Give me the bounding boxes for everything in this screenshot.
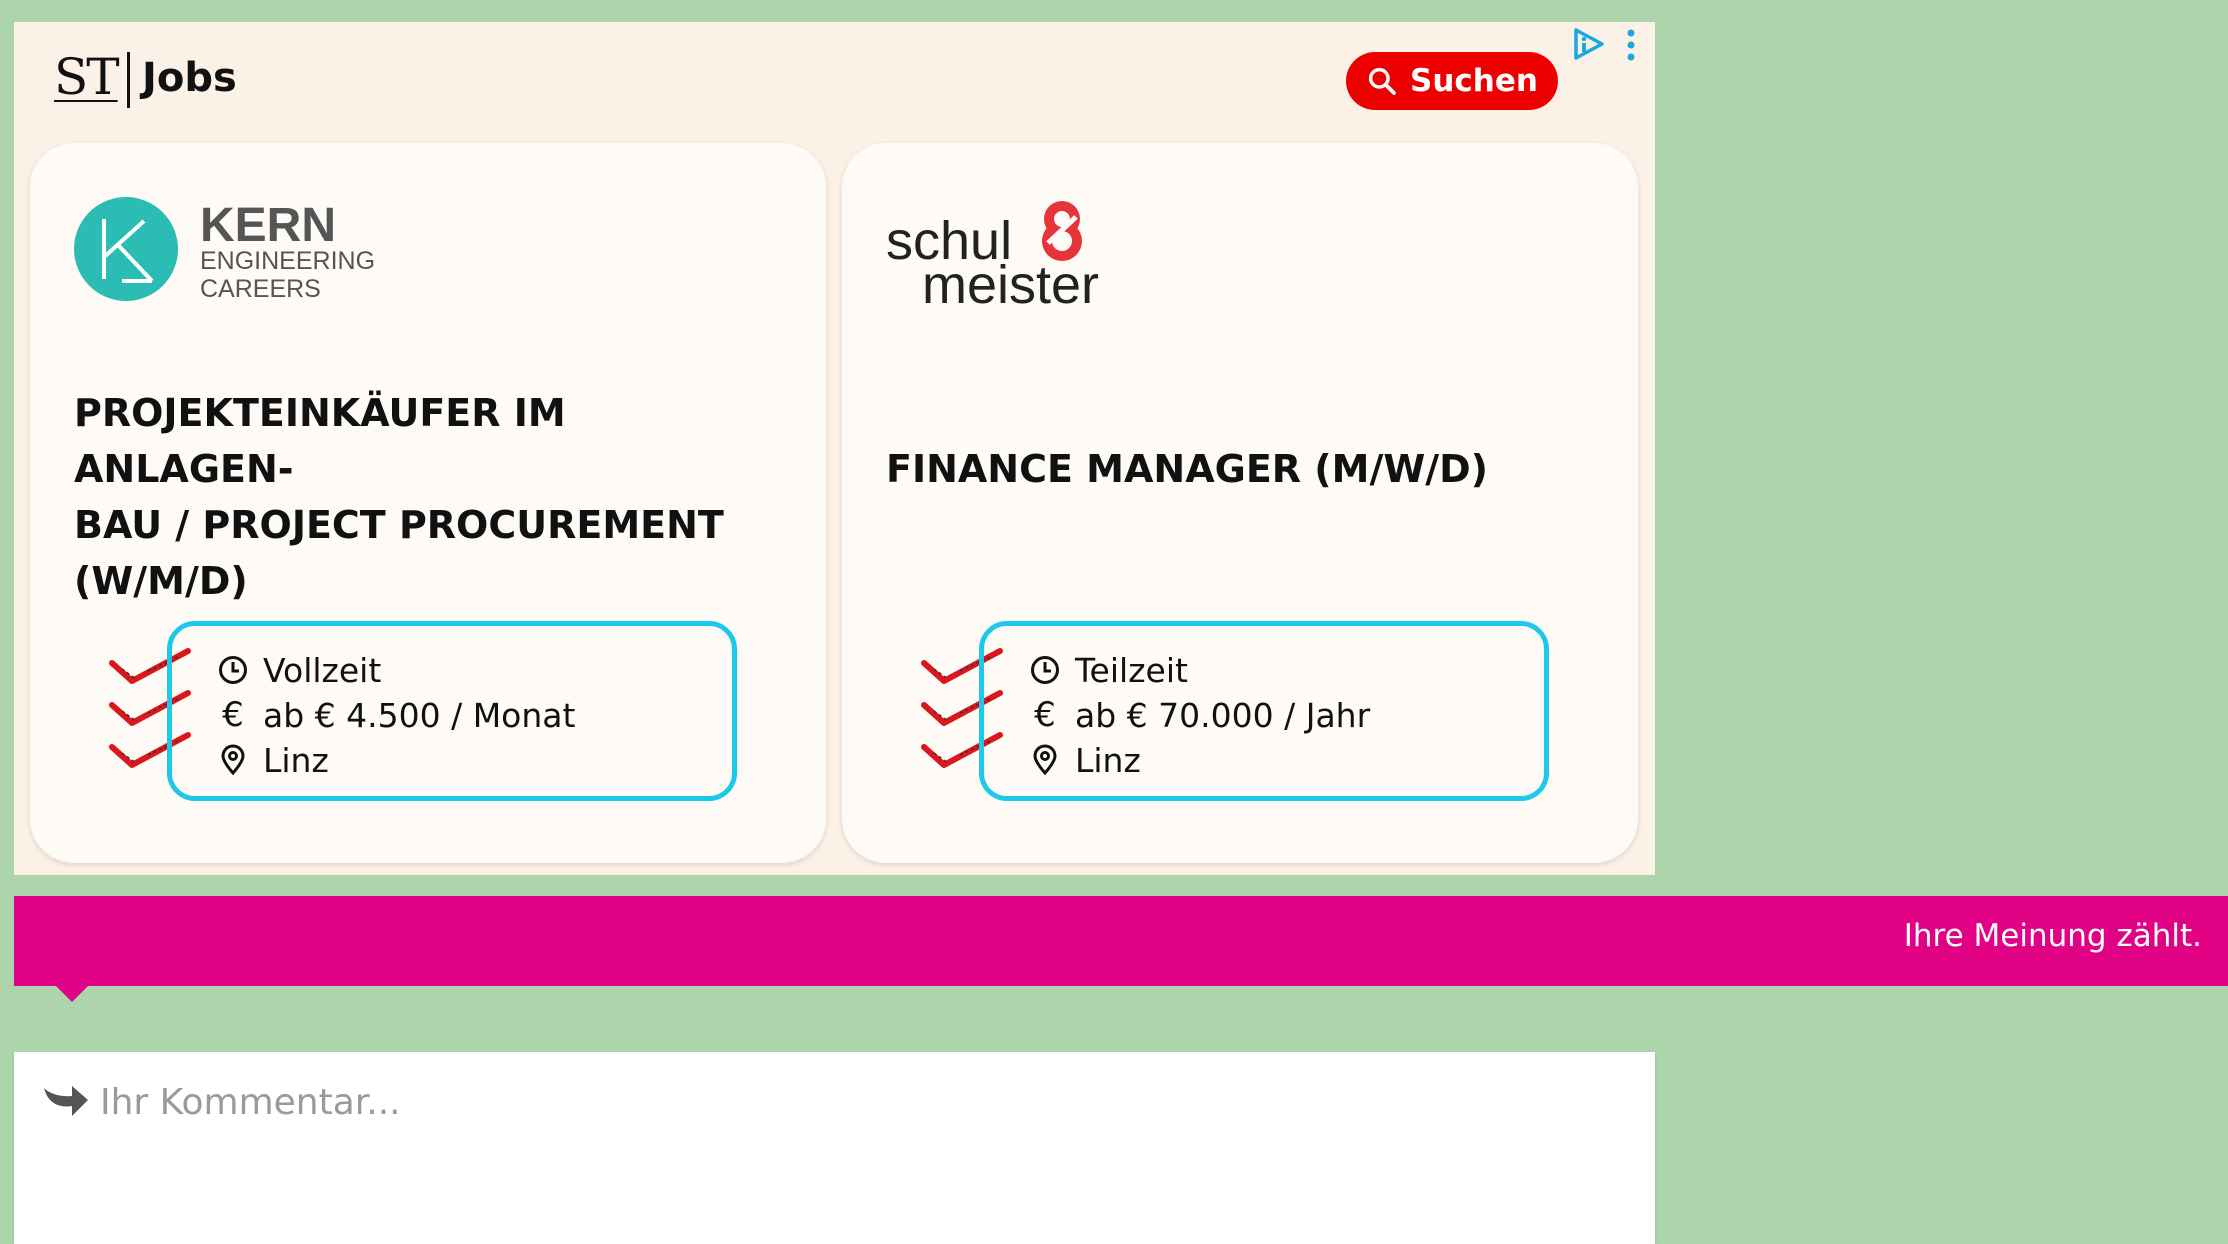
reply-arrow-icon	[44, 1086, 88, 1116]
comment-box[interactable]	[14, 1052, 1655, 1244]
job-card[interactable]: schul meister FINANCE MANAGER (M/W/D) Te…	[842, 143, 1638, 863]
comment-input[interactable]	[98, 1076, 1602, 1128]
logo-divider	[127, 52, 130, 108]
euro-icon: €	[222, 695, 244, 735]
employment-row: Vollzeit	[217, 648, 381, 692]
kern-engineering-careers-logo: KERN ENGINEERING CAREERS	[74, 197, 374, 303]
svg-text:meister: meister	[922, 255, 1099, 307]
search-button[interactable]: Suchen	[1346, 52, 1558, 110]
search-button-label: Suchen	[1410, 63, 1538, 99]
ad-header: ST Jobs Suchen	[14, 22, 1655, 142]
euro-icon: €	[1034, 695, 1056, 735]
clock-icon	[219, 656, 247, 684]
location-row: Linz	[217, 738, 329, 782]
opinion-text: Ihre Meinung zählt.	[1903, 918, 2202, 954]
schulmeister-logo: schul meister	[886, 201, 1099, 307]
adchoices-icon[interactable]	[1570, 26, 1606, 62]
clock-icon	[1031, 656, 1059, 684]
location-row: Linz	[1029, 738, 1141, 782]
svg-text:CAREERS: CAREERS	[200, 275, 321, 303]
svg-text:KERN: KERN	[200, 199, 336, 252]
banner-pointer	[56, 986, 88, 1002]
search-icon	[1368, 67, 1396, 95]
svg-text:ENGINEERING: ENGINEERING	[200, 247, 374, 275]
salary-row: € ab € 4.500 / Monat	[217, 693, 575, 737]
employment-type: Vollzeit	[263, 650, 382, 690]
employment-type: Teilzeit	[1075, 650, 1188, 690]
opinion-banner: Ihre Meinung zählt.	[14, 896, 2228, 986]
jobs-logo-label[interactable]: Jobs	[142, 55, 237, 101]
employment-row: Teilzeit	[1029, 648, 1188, 692]
job-details-box: Teilzeit € ab € 70.000 / Jahr Linz	[979, 621, 1549, 801]
job-card[interactable]: KERN ENGINEERING CAREERS PROJEKTEINKÄUFE…	[30, 143, 826, 863]
location: Linz	[263, 740, 329, 780]
salary-row: € ab € 70.000 / Jahr	[1029, 693, 1370, 737]
salary: ab € 4.500 / Monat	[263, 695, 576, 735]
job-title[interactable]: FINANCE MANAGER (M/W/D)	[886, 441, 1606, 497]
location-pin-icon	[221, 744, 245, 776]
st-logo[interactable]: ST	[54, 48, 120, 106]
job-title[interactable]: PROJEKTEINKÄUFER IM ANLAGEN- BAU / PROJE…	[74, 385, 794, 609]
kebab-menu-icon[interactable]	[1624, 28, 1638, 62]
location-pin-icon	[1033, 744, 1057, 776]
location: Linz	[1075, 740, 1141, 780]
job-ad-widget: ST Jobs Suchen KERN ENGINEERING CAREERS …	[14, 22, 1655, 875]
job-details-box: Vollzeit € ab € 4.500 / Monat Linz	[167, 621, 737, 801]
salary: ab € 70.000 / Jahr	[1075, 695, 1371, 735]
